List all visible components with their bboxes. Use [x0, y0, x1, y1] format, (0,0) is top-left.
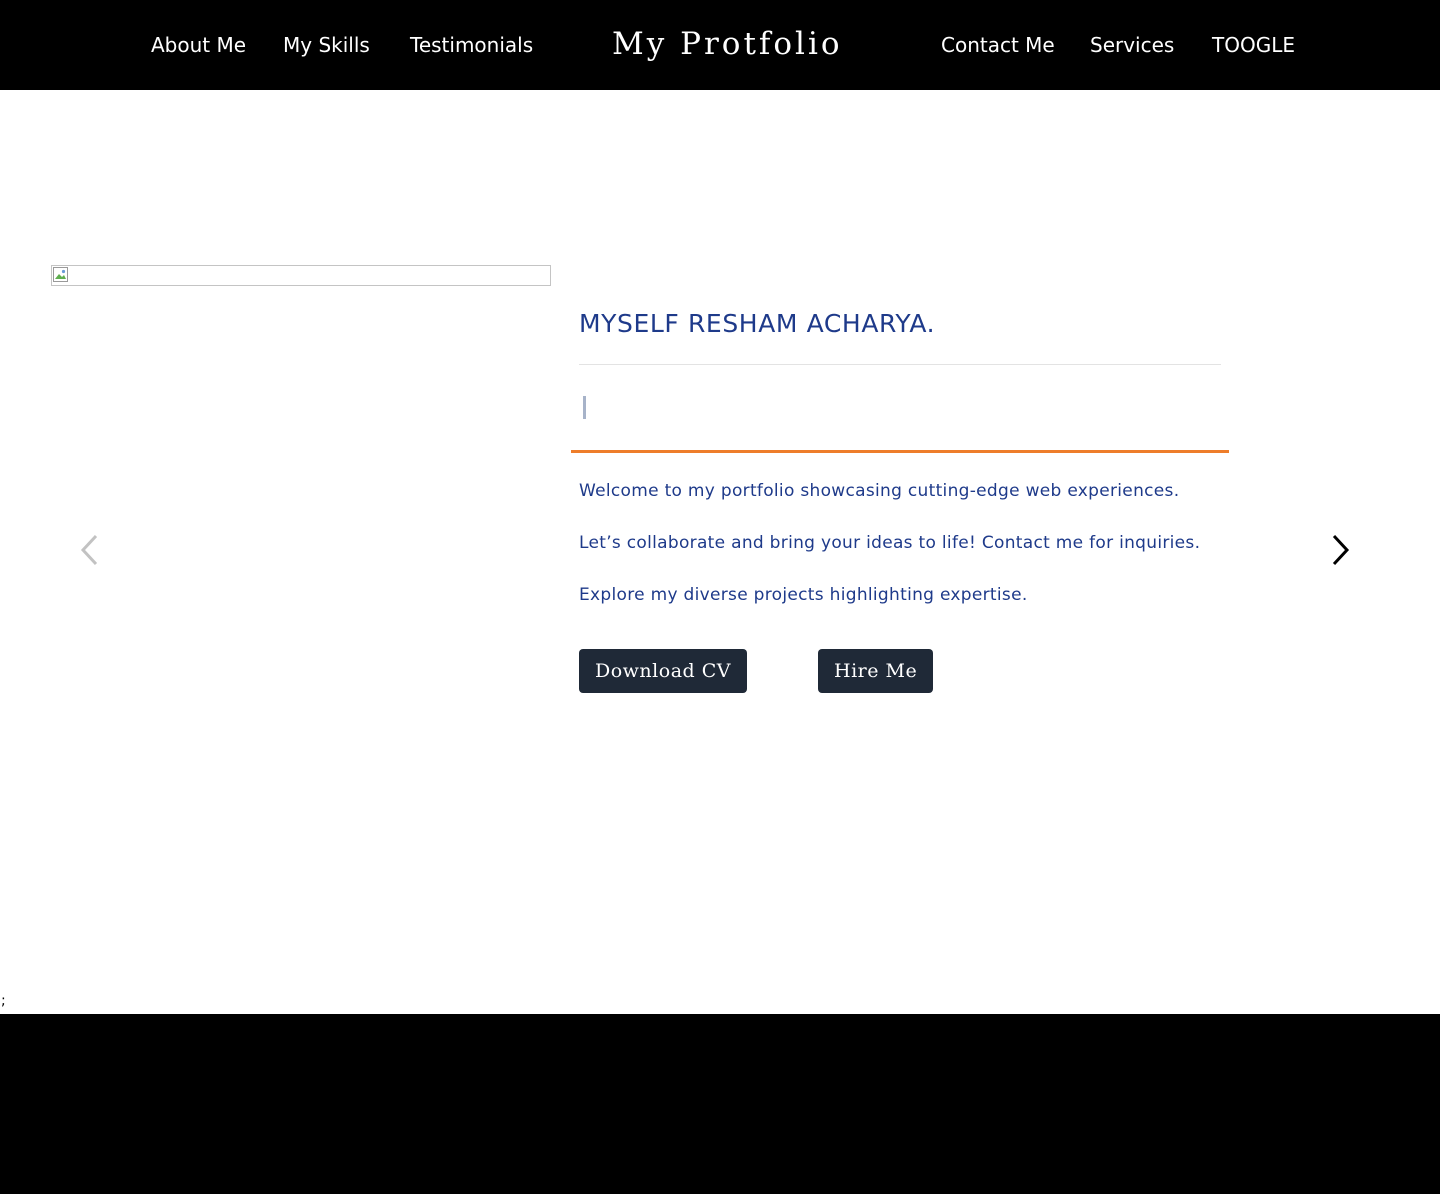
hero-headline: MYSELF RESHAM ACHARYA.: [579, 309, 936, 338]
nav-link-about-me[interactable]: About Me: [151, 30, 246, 60]
download-cv-button[interactable]: Download CV: [579, 649, 747, 693]
headline-divider: [579, 364, 1221, 365]
stray-text: ;: [1, 993, 6, 1009]
intro-paragraph-welcome: Welcome to my portfolio showcasing cutti…: [579, 481, 1180, 501]
accent-divider: [571, 450, 1229, 453]
top-navigation-bar: About Me My Skills Testimonials My Protf…: [0, 0, 1440, 90]
chevron-left-icon[interactable]: [75, 530, 105, 570]
chevron-right-icon[interactable]: [1326, 530, 1356, 570]
nav-link-contact-me[interactable]: Contact Me: [941, 30, 1055, 60]
intro-paragraph-explore: Explore my diverse projects highlighting…: [579, 585, 1028, 605]
nav-link-testimonials[interactable]: Testimonials: [410, 30, 533, 60]
typing-cursor: [583, 396, 586, 419]
profile-image: [51, 265, 551, 286]
broken-image-icon: [53, 267, 68, 282]
nav-link-toggle[interactable]: TOOGLE: [1212, 30, 1295, 60]
nav-link-my-skills[interactable]: My Skills: [283, 30, 370, 60]
intro-paragraph-collaborate: Let’s collaborate and bring your ideas t…: [579, 533, 1201, 553]
nav-link-services[interactable]: Services: [1090, 30, 1174, 60]
hire-me-button[interactable]: Hire Me: [818, 649, 934, 693]
page-footer: [0, 1014, 1440, 1194]
brand-logo[interactable]: My Protfolio: [612, 22, 862, 66]
